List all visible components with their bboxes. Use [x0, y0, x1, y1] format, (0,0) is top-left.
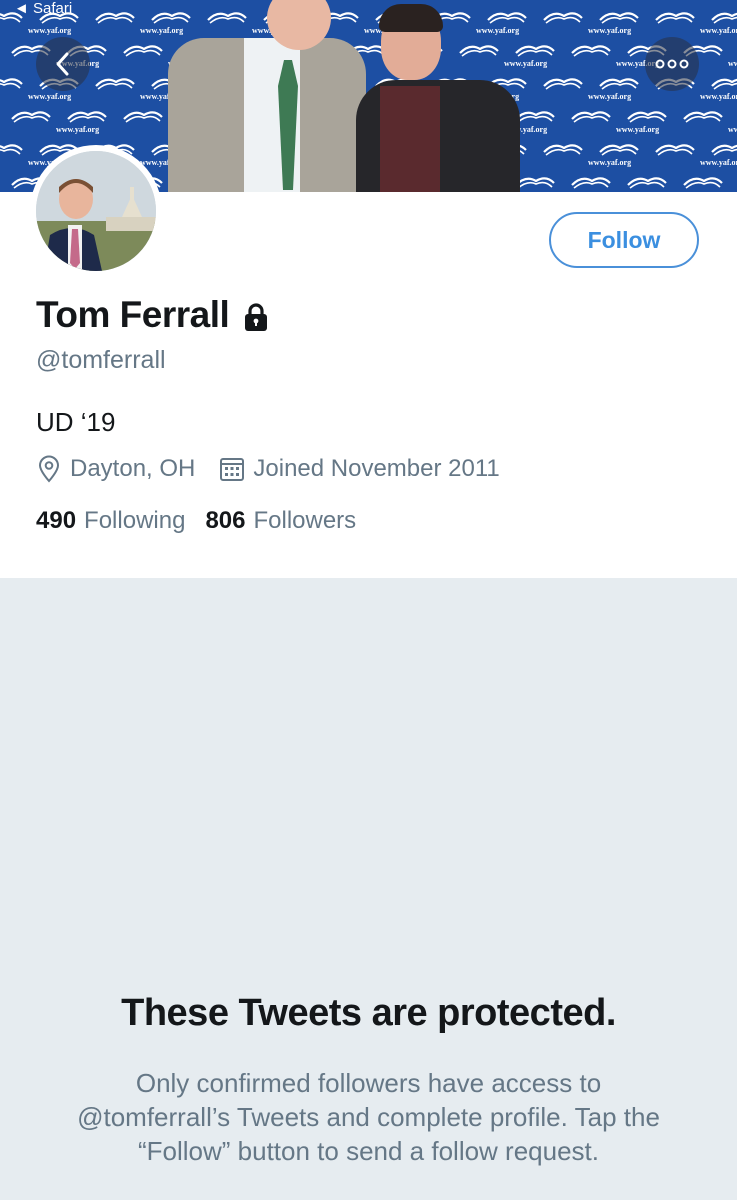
banner-url-text: www.yaf.org [728, 125, 737, 134]
followers-count[interactable]: 806 [205, 507, 245, 535]
banner-url-text: www.yaf.org [728, 59, 737, 68]
followers-label[interactable]: Followers [253, 507, 356, 535]
banner-logo-icon [711, 144, 737, 156]
banner-logo-icon [599, 78, 639, 90]
profile-meta: Dayton, OH Joined November 2011 [36, 455, 500, 483]
banner-logo-icon [599, 12, 639, 24]
banner-logo-icon [571, 45, 611, 57]
banner-url-text: www.yaf.org [28, 26, 72, 35]
banner-person-right-hair [379, 4, 443, 32]
avatar-photo [36, 151, 156, 271]
banner-logo-icon [151, 12, 191, 24]
banner-url-text: www.yaf.org [616, 191, 659, 192]
banner-logo-icon [683, 111, 723, 123]
banner-url-text: www.yaf.org [588, 158, 632, 167]
banner-logo-icon [711, 78, 737, 90]
follow-button[interactable]: Follow [549, 212, 699, 268]
banner-url-text: www.yaf.org [588, 92, 632, 101]
protected-title: These Tweets are protected. [121, 992, 616, 1034]
profile-name: Tom Ferrall [36, 294, 230, 335]
banner-logo-icon [95, 12, 135, 24]
banner-logo-icon [627, 111, 667, 123]
banner-logo-icon [0, 144, 23, 155]
banner-logo-icon [123, 45, 163, 57]
chevron-left-icon [56, 52, 69, 76]
banner-logo-icon [543, 144, 583, 156]
banner-url-text: www.yaf.org [28, 92, 72, 101]
calendar-icon [220, 458, 245, 481]
location-pin-icon [38, 455, 60, 483]
profile-bio: UD ‘19 [36, 407, 116, 437]
profile-avatar[interactable] [30, 145, 162, 277]
profile-name-row: Tom Ferrall [36, 294, 271, 336]
banner-logo-icon [459, 45, 499, 57]
banner-logo-icon [711, 12, 737, 24]
banner-logo-icon [599, 144, 639, 156]
profile-handle: @tomferrall [36, 346, 166, 374]
joined-item: Joined November 2011 [219, 455, 500, 483]
banner-logo-icon [655, 12, 695, 24]
more-dots-icon [655, 59, 689, 69]
banner-logo-icon [207, 12, 247, 24]
lock-icon [245, 303, 268, 331]
safari-back-link[interactable]: ◄ Safari [14, 0, 72, 17]
banner-logo-icon [543, 12, 583, 24]
joined-text: Joined November 2011 [253, 455, 500, 482]
banner-logo-icon [627, 177, 667, 189]
banner-url-text: www.yaf.org [728, 191, 737, 192]
banner-logo-icon [543, 78, 583, 90]
banner-url-text: www.yaf.org [616, 125, 660, 134]
banner-url-text: www.yaf.org [56, 125, 100, 134]
banner-logo-icon [655, 144, 695, 156]
location-item: Dayton, OH [36, 455, 195, 483]
following-label[interactable]: Following [84, 507, 185, 535]
protected-message: Only confirmed followers have access to … [77, 1068, 660, 1166]
banner-logo-icon [11, 111, 51, 123]
banner-url-text: www.yaf.org [476, 26, 520, 35]
banner-person-right-shirt [380, 86, 440, 192]
following-count[interactable]: 490 [36, 507, 76, 535]
banner-url-text: www.yaf.org [700, 26, 737, 35]
banner-logo-icon [571, 177, 611, 189]
more-options-button[interactable] [645, 37, 699, 91]
banner-logo-icon [515, 45, 555, 57]
banner-url-text: www.yaf.org [504, 59, 548, 68]
profile-stats: 490 Following 806 Followers [36, 507, 376, 535]
banner-url-text: www.yaf.org [700, 92, 737, 101]
banner-logo-icon [95, 78, 135, 90]
banner-url-text: www.yaf.org [700, 158, 737, 167]
location-text: Dayton, OH [70, 455, 196, 482]
banner-logo-icon [0, 78, 23, 89]
avatar-illustration [36, 151, 156, 271]
banner-url-text: www.yaf.org [140, 26, 184, 35]
banner-logo-icon [571, 111, 611, 123]
banner-url-text: www.yaf.org [588, 26, 632, 35]
banner-logo-icon [123, 111, 163, 123]
banner-logo-icon [683, 177, 723, 189]
banner-logo-icon [487, 12, 527, 24]
banner-logo-icon [67, 111, 107, 123]
back-button[interactable] [36, 37, 90, 91]
